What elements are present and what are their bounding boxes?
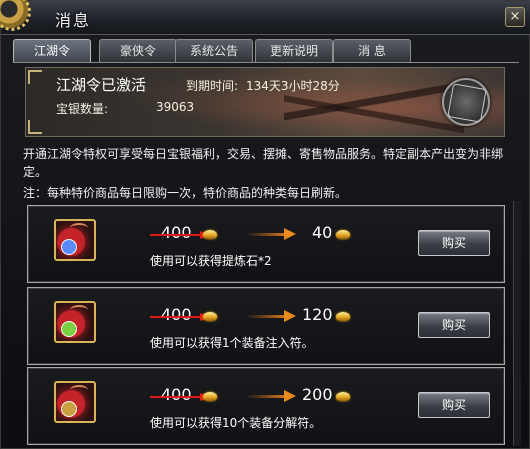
buy-button[interactable]: 购买 [418, 312, 490, 338]
old-price: 400 [161, 223, 192, 242]
tab-system-notice[interactable]: 系统公告 [175, 39, 253, 63]
close-button[interactable]: × [505, 7, 525, 27]
arrow-icon [246, 310, 296, 322]
shop-item: 400 200 使用可以获得10个装备分解符。 购买 [27, 367, 505, 445]
banner-corner [28, 70, 42, 84]
silver-label: 宝银数量: [56, 102, 109, 116]
title-bar[interactable]: 消息 × [0, 0, 530, 35]
tab-messages[interactable]: 消 息 [333, 39, 411, 63]
item-description: 使用可以获得提炼石*2 [150, 254, 272, 268]
silver-value: 39063 [156, 100, 195, 114]
strike-line [150, 231, 212, 239]
new-price: 200 [302, 385, 333, 404]
seal-icon[interactable] [442, 78, 490, 126]
ingot-icon [203, 230, 217, 239]
expiry-value: 134天3小时28分 [246, 79, 340, 93]
ingot-icon [336, 392, 350, 401]
tab-update-notes[interactable]: 更新说明 [255, 39, 333, 63]
scrollbar[interactable] [513, 201, 521, 446]
tab-haoxia[interactable]: 豪侠令 [99, 39, 177, 63]
ingot-icon [203, 312, 217, 321]
buy-button[interactable]: 购买 [418, 230, 490, 256]
item-description: 使用可以获得1个装备注入符。 [150, 336, 314, 350]
shop-item: 400 120 使用可以获得1个装备注入符。 购买 [27, 287, 505, 365]
banner-status: 江湖令已激活 [56, 76, 147, 94]
purchase-note: 注：每种特价商品每日限购一次，特价商品的种类每日刷新。 [23, 186, 348, 200]
privilege-description: 开通江湖令特权可享受每日宝银福利，交易、摆摊、寄售物品服务。特定副本产出变为非绑… [23, 147, 504, 179]
buy-button[interactable]: 购买 [418, 392, 490, 418]
shop-item: 400 40 使用可以获得提炼石*2 购买 [27, 205, 505, 283]
pouch-icon[interactable] [54, 219, 96, 261]
ingot-icon [336, 312, 350, 321]
gear-icon [0, 0, 31, 31]
new-price: 120 [302, 305, 333, 324]
tab-jianghu[interactable]: 江湖令 [13, 39, 91, 63]
message-window: 消息 × 江湖令 豪侠令 系统公告 更新说明 消 息 江湖令已激活 到期时间: … [0, 0, 530, 449]
jianghu-banner: 江湖令已激活 到期时间: 134天3小时28分 宝银数量: 39063 [25, 67, 505, 137]
new-price: 40 [312, 223, 333, 242]
strike-line [150, 313, 212, 321]
tab-divider [13, 62, 519, 63]
tab-bar: 江湖令 豪侠令 系统公告 更新说明 消 息 [13, 39, 519, 63]
window-title: 消息 [55, 11, 92, 30]
strike-line [150, 393, 212, 401]
arrow-icon [246, 228, 296, 240]
old-price: 400 [161, 305, 192, 324]
arrow-icon [246, 390, 296, 402]
ingot-icon [336, 230, 350, 239]
pouch-icon[interactable] [54, 301, 96, 343]
item-description: 使用可以获得10个装备分解符。 [150, 416, 322, 430]
banner-corner [28, 120, 42, 134]
old-price: 400 [161, 385, 192, 404]
pouch-icon[interactable] [54, 381, 96, 423]
expiry-label: 到期时间: [186, 79, 239, 93]
ingot-icon [203, 392, 217, 401]
